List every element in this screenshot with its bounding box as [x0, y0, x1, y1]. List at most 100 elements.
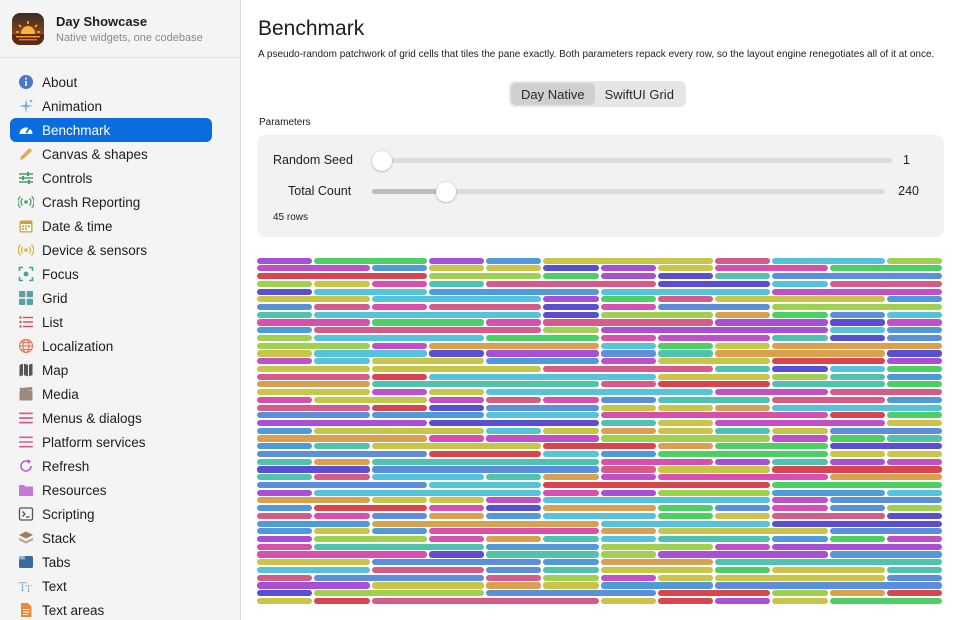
- grid-cell: [600, 350, 656, 357]
- grid-cell: [543, 304, 599, 311]
- grid-cell: [715, 389, 828, 396]
- sidebar-nav: About Animation Benchmark Canvas & shapes Co…: [0, 58, 240, 620]
- sidebar-item-text-areas[interactable]: Text areas: [10, 598, 212, 620]
- grid-cell: [314, 288, 427, 295]
- refresh-icon: [18, 458, 34, 474]
- grid-cell: [600, 466, 656, 473]
- gauge-icon: [18, 122, 34, 138]
- grid-cell: [829, 497, 942, 504]
- grid-cell: [772, 288, 942, 295]
- total-count-slider[interactable]: [372, 181, 885, 202]
- grid-cell: [543, 566, 599, 574]
- grid-cell: [600, 404, 656, 411]
- segment-day-native[interactable]: Day Native: [511, 83, 595, 105]
- grid-cell: [715, 559, 942, 566]
- grid-cell: [314, 489, 542, 496]
- grid-cell: [886, 505, 942, 512]
- menu-icon: [18, 410, 34, 426]
- sidebar-item-animation[interactable]: Animation: [10, 94, 212, 118]
- sidebar-item-label: Controls: [42, 170, 93, 186]
- sidebar-item-scripting[interactable]: Scripting: [10, 502, 212, 526]
- grid-cell: [886, 420, 942, 427]
- sidebar-item-label: Menus & dialogs: [42, 410, 142, 426]
- grid-cell: [486, 280, 656, 287]
- grid-cell: [486, 536, 542, 543]
- sidebar-item-list[interactable]: List: [10, 310, 212, 334]
- grid-cell: [772, 334, 828, 342]
- benchmark-grid: [257, 257, 944, 605]
- grid-cell: [257, 420, 427, 427]
- sidebar-item-date-and-time[interactable]: Date & time: [10, 214, 212, 238]
- grid-cell: [543, 273, 599, 280]
- grid-cell: [715, 566, 771, 574]
- grid-cell: [371, 373, 427, 380]
- grid-cell: [829, 319, 885, 326]
- grid-cell: [428, 288, 599, 295]
- grid-cell: [886, 381, 942, 388]
- sidebar-item-tabs[interactable]: Tabs: [10, 550, 212, 574]
- sidebar-item-stack[interactable]: Stack: [10, 526, 212, 550]
- grid-cell: [314, 358, 370, 365]
- sidebar-item-resources[interactable]: Resources: [10, 478, 212, 502]
- sidebar-item-label: Focus: [42, 266, 79, 282]
- grid-cell: [314, 590, 484, 597]
- total-count-slider-thumb[interactable]: [436, 181, 457, 202]
- grid-cell: [772, 590, 828, 597]
- sidebar-item-about[interactable]: About: [10, 70, 212, 94]
- sidebar-item-label: Animation: [42, 98, 103, 114]
- grid-cell: [371, 559, 542, 566]
- grid-cell: [543, 257, 713, 264]
- segment-swiftui-grid[interactable]: SwiftUI Grid: [595, 83, 684, 105]
- grid-cell: [486, 412, 599, 419]
- grid-cell: [657, 443, 713, 450]
- grid-cell: [257, 334, 313, 342]
- grid-cell: [428, 350, 484, 357]
- grid-cell: [600, 396, 656, 403]
- sidebar-item-text[interactable]: T T Text: [10, 574, 212, 598]
- grid-cell: [600, 342, 656, 349]
- random-seed-slider-thumb[interactable]: [372, 150, 392, 171]
- grid-cell: [543, 319, 713, 326]
- grid-cell: [886, 327, 942, 334]
- grid-cell: [772, 273, 942, 280]
- grid-cell: [829, 450, 885, 458]
- grid-cell: [886, 435, 942, 442]
- grid-cell: [715, 311, 771, 318]
- grid-cell: [657, 265, 713, 272]
- grid-cell: [772, 404, 942, 411]
- grid-cell: [314, 350, 427, 357]
- sidebar-item-label: Text: [42, 578, 67, 594]
- grid-cell: [257, 280, 313, 287]
- grid-cell: [428, 512, 484, 519]
- grid-cell: [600, 265, 656, 272]
- sidebar-item-device-and-sensors[interactable]: Device & sensors: [10, 238, 212, 262]
- sidebar-item-benchmark[interactable]: Benchmark: [10, 118, 212, 142]
- sidebar-item-focus[interactable]: Focus: [10, 262, 212, 286]
- sidebar-item-platform-services[interactable]: Platform services: [10, 430, 212, 454]
- grid-cell: [257, 551, 427, 558]
- grid-cell: [829, 265, 942, 272]
- grid-cell: [657, 551, 828, 558]
- sidebar-item-localization[interactable]: Localization: [10, 334, 212, 358]
- sidebar-item-crash-reporting[interactable]: Crash Reporting: [10, 190, 212, 214]
- random-seed-slider[interactable]: [372, 150, 892, 171]
- grid-cell: [829, 505, 885, 512]
- grid-cell: [657, 528, 828, 535]
- grid-cell: [257, 273, 427, 280]
- sidebar-item-label: Platform services: [42, 434, 146, 450]
- sidebar-item-media[interactable]: Media: [10, 382, 212, 406]
- grid-cell: [428, 342, 599, 349]
- grid-cell: [772, 342, 942, 349]
- sidebar-item-canvas-and-shapes[interactable]: Canvas & shapes: [10, 142, 212, 166]
- sidebar-item-refresh[interactable]: Refresh: [10, 454, 212, 478]
- grid-cell: [772, 373, 828, 380]
- grid-cell: [371, 389, 427, 396]
- sidebar-item-map[interactable]: Map: [10, 358, 212, 382]
- sidebar-item-label: Stack: [42, 530, 76, 546]
- grid-cell: [486, 389, 713, 396]
- sidebar-item-menus-and-dialogs[interactable]: Menus & dialogs: [10, 406, 212, 430]
- grid-cell: [257, 412, 370, 419]
- grid-cell: [886, 373, 942, 380]
- sidebar-item-controls[interactable]: Controls: [10, 166, 212, 190]
- sidebar-item-grid[interactable]: Grid: [10, 286, 212, 310]
